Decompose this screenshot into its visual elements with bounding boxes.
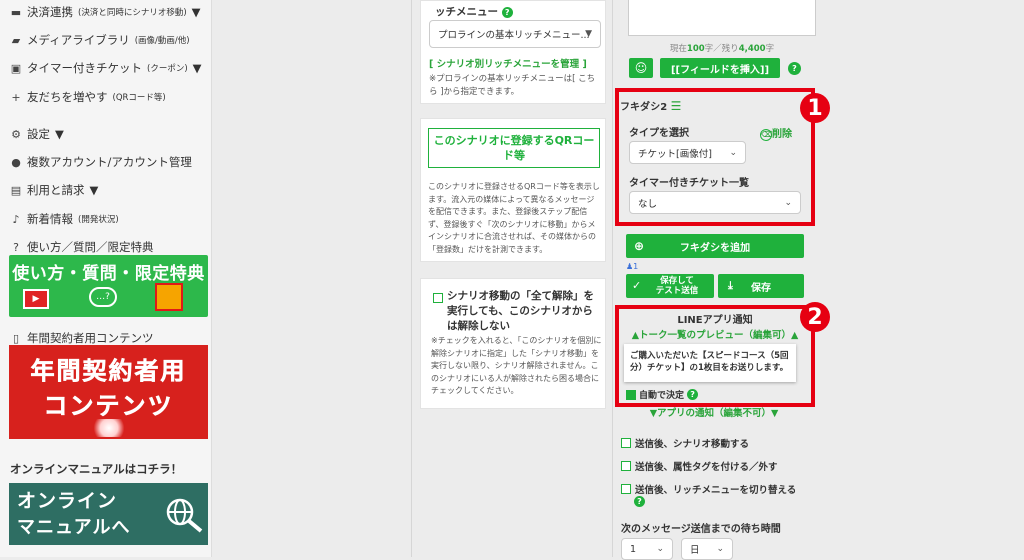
manual-label: オンラインマニュアルはコチラ！ [10,462,183,476]
add-user-icon: + [11,90,21,104]
play-icon: ▶ [23,289,49,309]
annotation-box-1 [615,88,815,226]
help-banner[interactable]: 使い方・質問・限定特典 ▶ …? [9,255,208,317]
option-checkbox[interactable] [621,438,631,448]
qr-code-button[interactable]: このシナリオに登録するQRコード等 [428,128,600,168]
gear-icon: ⚙ [11,127,21,141]
annotation-badge-2: 2 [800,302,830,332]
help-icon[interactable]: ? [501,7,513,18]
check-circle-icon: ✓ [632,279,642,292]
users-icon: ● [11,155,21,169]
app-notice-link[interactable]: ▼アプリの通知（編集不可）▼ [614,405,814,419]
globe-search-icon [166,498,203,533]
option-rich-menu[interactable]: 送信後、リッチメニューを切り替える [621,482,796,496]
save-button[interactable]: ⤓ 保存 [718,274,804,298]
char-count: 現在100字／残り4,400字 [669,44,775,54]
option-checkbox[interactable] [621,461,631,471]
message-textarea[interactable] [628,0,816,36]
billing-icon: ▤ [10,183,22,197]
scenario-settings-column: ッチメニュー ? プロラインの基本リッチメニュー... ▼ [ シナリオ別リッチ… [413,0,613,557]
annotation-box-2 [615,305,815,407]
sidebar: ▬ 決済連携 (決済と同時にシナリオ移動) ▼ ▰ メディアライブラリ (画像/動画/… [0,0,212,557]
insert-field-button[interactable]: [[フィールドを挿入]] [660,58,780,78]
annotation-badge-1: 1 [800,93,830,123]
help-icon[interactable]: ? [634,496,645,507]
message-editor-column: 現在100字／残り4,400字 ☺ [[フィールドを挿入]] ? フキダシ2 ☰… [614,0,1024,560]
sparkle-icon [89,419,129,437]
qr-description: このシナリオに登録させるQRコード等を表示します。流入元の媒体によって異なるメッ… [428,182,600,254]
chevron-down-icon: ⌄ [656,544,664,554]
unlock-label: シナリオ移動の「全て解除」を実行しても、このシナリオからは解除しない [447,290,594,332]
rich-menu-heading: ッチメニュー [435,6,498,18]
plus-circle-icon: ⊕ [634,239,645,253]
sidebar-item-news[interactable]: ♪ 新着情報 (開発状況) [10,211,118,227]
sidebar-item-friends[interactable]: + 友だちを増やす (QRコード等) [10,89,165,105]
qr-card: このシナリオに登録するQRコード等 このシナリオに登録させるQRコード等を表示し… [420,118,606,262]
chat-bubble-icon: …? [89,287,117,307]
sidebar-item-accounts[interactable]: ● 複数アカウント/アカウント管理 [10,154,192,170]
emoji-button[interactable]: ☺ [629,58,653,78]
save-and-test-button[interactable]: ✓ 保存して テスト送信 [626,274,714,298]
option-scenario-move[interactable]: 送信後、シナリオ移動する [621,436,749,450]
gift-icon [155,283,183,311]
rich-menu-select[interactable]: プロラインの基本リッチメニュー... ▼ [429,20,601,48]
gift-outline-icon: ▯ [12,331,20,345]
annual-banner[interactable]: 年間契約者用 コンテンツ [9,345,208,439]
sidebar-item-settings[interactable]: ⚙ 設定 ▼ [10,126,64,142]
manage-rich-menu-link[interactable]: [ シナリオ別リッチメニューを管理 ] [429,56,587,70]
sidebar-item-media[interactable]: ▰ メディアライブラリ (画像/動画/他) [10,32,190,48]
rich-menu-card: ッチメニュー ? プロラインの基本リッチメニュー... ▼ [ シナリオ別リッチ… [420,0,606,104]
sidebar-item-payment[interactable]: ▬ 決済連携 (決済と同時にシナリオ移動) ▼ [10,4,201,20]
annual-contents-label: ▯ 年間契約者用コンテンツ [10,330,154,346]
rich-menu-note: ※プロラインの基本リッチメニューは[ こちら ]から指定できます。 [429,74,596,97]
ticket-icon: ▣ [10,61,22,75]
unlock-card: シナリオ移動の「全て解除」を実行しても、このシナリオからは解除しない ※チェック… [420,278,606,409]
unlock-checkbox[interactable] [433,293,443,303]
download-icon: ⤓ [728,279,733,292]
user-count: ♟1 [626,262,639,271]
sidebar-item-help[interactable]: ? 使い方／質問／限定特典 [10,239,153,255]
option-tag[interactable]: 送信後、属性タグを付ける／外す [621,459,778,473]
help-icon[interactable]: ? [788,62,801,75]
sidebar-item-ticket[interactable]: ▣ タイマー付きチケット (クーポン) ▼ [10,60,202,76]
option-checkbox[interactable] [621,484,631,494]
caret-down-icon: ▼ [585,29,592,39]
manual-banner[interactable]: オンライン マニュアルへ [9,483,208,545]
content-column-empty [213,0,412,557]
chevron-down-icon: ⌄ [716,544,724,554]
smiley-icon: ☺ [634,61,648,75]
card-icon: ▬ [10,5,22,19]
add-fukidashi-button[interactable]: ⊕ フキダシを追加 [626,234,804,258]
folder-icon: ▰ [11,33,21,47]
wait-time-label: 次のメッセージ送信までの待ち時間 [621,524,781,535]
bell-icon: ♪ [12,212,20,226]
sidebar-item-billing[interactable]: ▤ 利用と請求 ▼ [10,182,99,198]
unlock-note: ※チェックを入れると、「このシナリオを個別に解除シナリオに指定」した「シナリオ移… [431,336,602,395]
question-icon: ? [13,240,19,254]
